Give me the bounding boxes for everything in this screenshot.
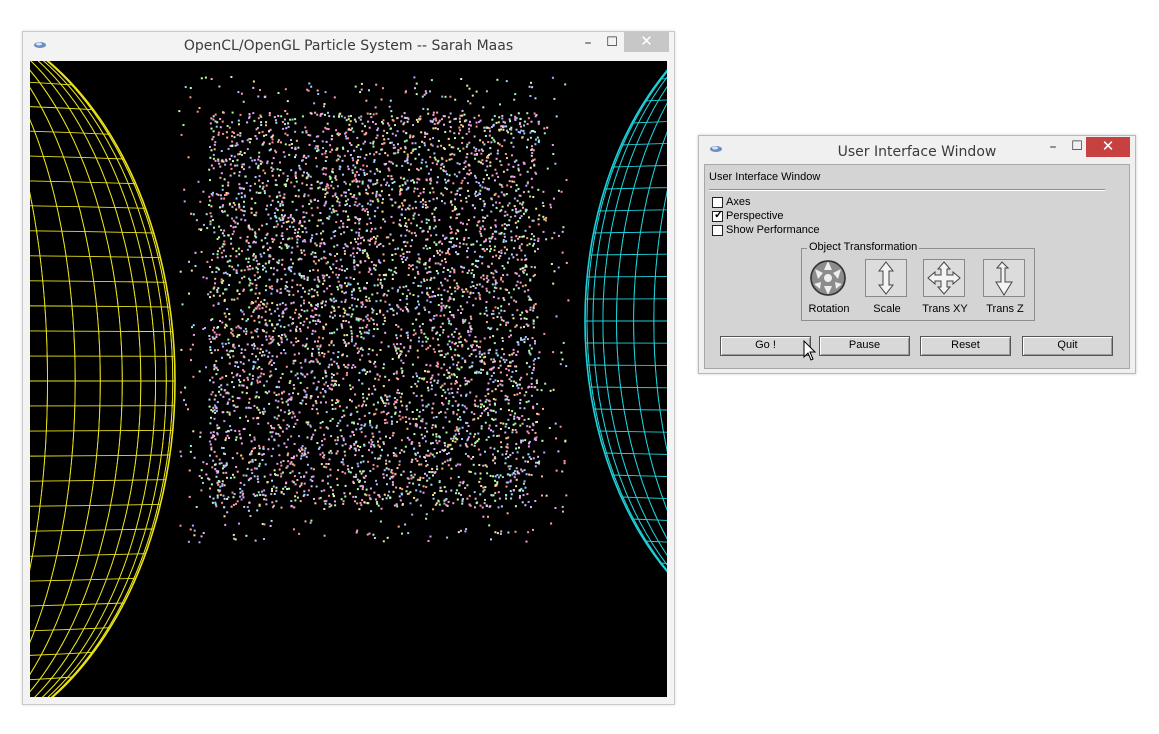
panel-separator bbox=[709, 189, 1105, 191]
go-button[interactable]: Go ! bbox=[720, 336, 811, 356]
reset-button[interactable]: Reset bbox=[920, 336, 1011, 356]
perspective-checkbox-label: Perspective bbox=[726, 210, 784, 222]
axes-checkbox[interactable]: Axes bbox=[712, 196, 750, 209]
trans-xy-tool[interactable]: Trans XY bbox=[922, 258, 968, 318]
minimize-button[interactable]: – bbox=[575, 34, 601, 54]
panel-title: User Interface Window bbox=[709, 171, 821, 183]
perspective-checkbox[interactable]: ✓ Perspective bbox=[712, 209, 784, 223]
ui-titlebar[interactable]: User Interface Window – ☐ ✕ bbox=[699, 136, 1135, 164]
checkmark-icon: ✓ bbox=[714, 209, 724, 221]
group-legend: Object Transformation bbox=[807, 241, 920, 253]
maximize-button[interactable]: ☐ bbox=[599, 34, 625, 54]
axes-checkbox-label: Axes bbox=[726, 196, 751, 208]
show-performance-checkbox-label: Show Performance bbox=[726, 224, 820, 236]
mouse-cursor-icon bbox=[803, 340, 817, 361]
rotation-tool[interactable]: Rotation bbox=[806, 258, 852, 318]
gl-canvas[interactable] bbox=[30, 61, 667, 697]
translate-z-icon bbox=[983, 259, 1025, 297]
close-button[interactable]: ✕ bbox=[624, 32, 669, 52]
trans-z-label: Trans Z bbox=[986, 303, 1024, 315]
show-performance-checkbox-box[interactable] bbox=[712, 225, 723, 236]
particle-scene bbox=[30, 61, 667, 697]
scale-label: Scale bbox=[873, 303, 901, 315]
yellow-wireframe-sphere bbox=[30, 61, 176, 697]
object-transformation-group: Object Transformation Rotation Scale Tra… bbox=[801, 241, 1035, 321]
pause-button[interactable]: Pause bbox=[819, 336, 910, 356]
scale-tool[interactable]: Scale bbox=[864, 258, 910, 318]
rotation-ball-icon bbox=[807, 259, 849, 297]
quit-button[interactable]: Quit bbox=[1022, 336, 1113, 356]
perspective-checkbox-box[interactable]: ✓ bbox=[712, 209, 724, 222]
axes-checkbox-box[interactable] bbox=[712, 197, 723, 208]
cyan-wireframe-sphere bbox=[584, 69, 667, 573]
translate-xy-icon bbox=[923, 259, 965, 297]
trans-z-tool[interactable]: Trans Z bbox=[982, 258, 1028, 318]
main-titlebar[interactable]: OpenCL/OpenGL Particle System -- Sarah M… bbox=[23, 32, 674, 61]
user-interface-window: User Interface Window – ☐ ✕ User Interfa… bbox=[698, 135, 1136, 374]
particle-cloud bbox=[178, 76, 570, 544]
scale-arrows-icon bbox=[865, 259, 907, 297]
show-performance-checkbox[interactable]: Show Performance bbox=[712, 224, 820, 237]
control-panel: User Interface Window Axes ✓ Perspective … bbox=[704, 164, 1130, 369]
particle-system-window: OpenCL/OpenGL Particle System -- Sarah M… bbox=[22, 31, 675, 705]
trans-xy-label: Trans XY bbox=[922, 303, 968, 315]
ui-close-button[interactable]: ✕ bbox=[1086, 137, 1130, 157]
rotation-label: Rotation bbox=[808, 303, 850, 315]
ui-minimize-button[interactable]: – bbox=[1041, 138, 1065, 158]
